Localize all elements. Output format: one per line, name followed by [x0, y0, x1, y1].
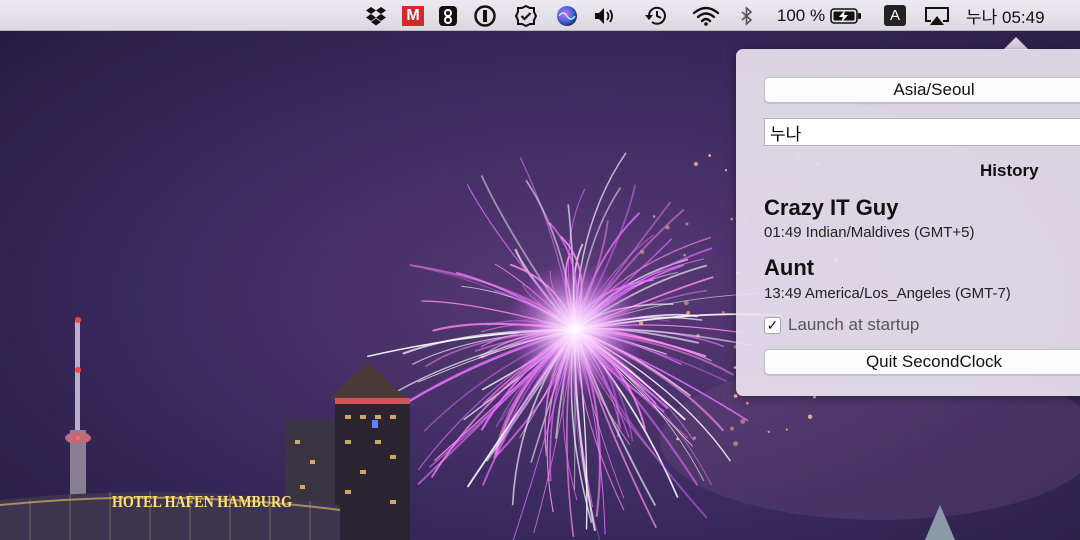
onepassword-icon[interactable] — [472, 0, 498, 31]
bluetooth-icon[interactable] — [736, 0, 758, 31]
history-item-name[interactable]: Aunt — [764, 255, 814, 281]
tasks-icon[interactable] — [512, 0, 540, 31]
clock-menu-item[interactable]: 누나 05:49 — [966, 0, 1066, 31]
input-source-letter: A — [884, 5, 906, 26]
menu-bar: M 100 % A 누나 05:49 — [0, 0, 1080, 31]
launch-at-startup-label: Launch at startup — [788, 315, 920, 334]
volume-icon[interactable] — [592, 0, 618, 31]
wifi-icon[interactable] — [690, 0, 722, 31]
launch-at-startup-checkbox[interactable]: ✓ — [764, 316, 781, 334]
battery-percent[interactable]: 100 % — [774, 0, 828, 31]
history-item-name[interactable]: Crazy IT Guy — [764, 195, 898, 221]
mega-icon[interactable]: M — [401, 0, 425, 31]
history-item-detail: 13:49 America/Los_Angeles (GMT-7) — [764, 285, 1011, 302]
history-heading: History — [980, 161, 1039, 180]
dropbox-icon[interactable] — [363, 0, 389, 31]
input-source-icon[interactable]: A — [882, 0, 908, 31]
harbour-building: HOTEL HAFEN HAMBURG — [0, 491, 341, 540]
time-machine-icon[interactable] — [642, 0, 670, 31]
siri-icon[interactable] — [554, 0, 580, 31]
launch-at-startup-row[interactable]: ✓ Launch at startup — [764, 315, 919, 335]
battery-icon[interactable] — [828, 0, 864, 31]
quit-button[interactable]: Quit SecondClock — [764, 349, 1080, 375]
timezone-select-button[interactable]: Asia/Seoul — [764, 77, 1080, 103]
hotel-sign: HOTEL HAFEN HAMBURG — [112, 492, 292, 511]
app-icon[interactable] — [436, 0, 460, 31]
name-input[interactable] — [764, 118, 1080, 146]
history-item-detail: 01:49 Indian/Maldives (GMT+5) — [764, 224, 975, 241]
airplay-icon[interactable] — [922, 0, 952, 31]
